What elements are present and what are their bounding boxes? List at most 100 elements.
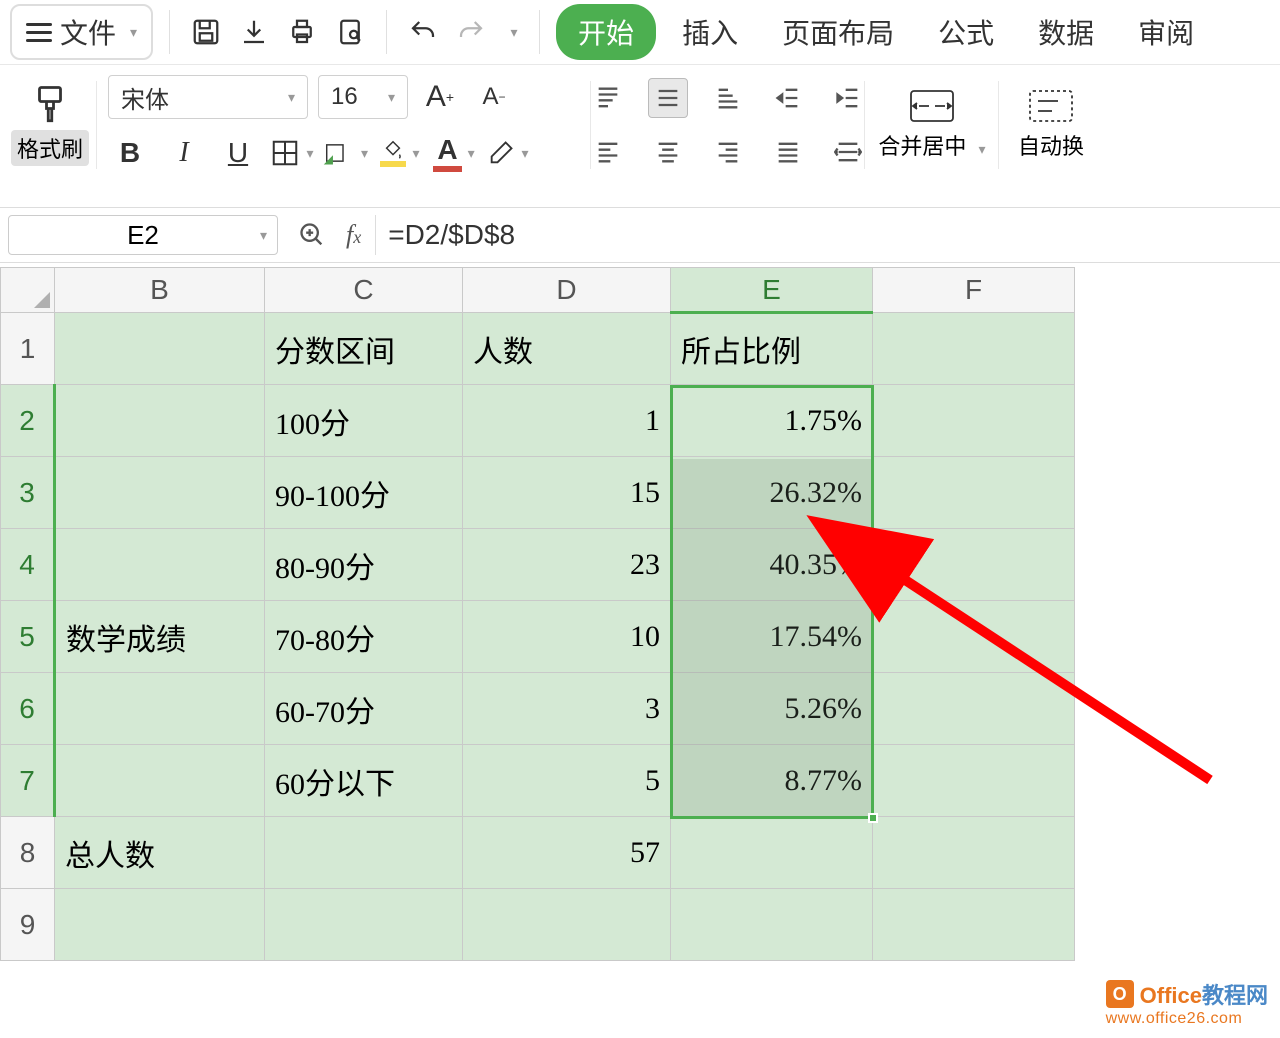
preview-icon[interactable] (330, 12, 370, 52)
row-header-8[interactable]: 8 (1, 817, 55, 889)
align-right-icon[interactable] (708, 132, 748, 172)
cell-f8[interactable] (873, 817, 1075, 889)
align-top-icon[interactable] (588, 78, 628, 118)
bold-button[interactable]: B (108, 131, 152, 175)
save-icon[interactable] (186, 12, 226, 52)
cell-c4[interactable]: 80-90分 (265, 529, 463, 601)
zoom-search-icon[interactable] (292, 215, 332, 255)
cell-c9[interactable] (265, 889, 463, 961)
italic-button[interactable]: I (162, 131, 206, 175)
cell-e6[interactable]: 5.26% (671, 673, 873, 745)
print-icon[interactable] (282, 12, 322, 52)
row-header-4[interactable]: 4 (1, 529, 55, 601)
cell-d8[interactable]: 57 (463, 817, 671, 889)
cell-b1[interactable] (55, 313, 265, 385)
cell-c3[interactable]: 90-100分 (265, 457, 463, 529)
align-left-icon[interactable] (588, 132, 628, 172)
cell-c5[interactable]: 70-80分 (265, 601, 463, 673)
cell-f9[interactable] (873, 889, 1075, 961)
column-header-f[interactable]: F (873, 268, 1075, 313)
font-color-button[interactable]: A▾ (432, 131, 476, 175)
cell-f2[interactable] (873, 385, 1075, 457)
cell-f3[interactable] (873, 457, 1075, 529)
cell-d9[interactable] (463, 889, 671, 961)
select-all-corner[interactable] (1, 268, 55, 313)
underline-button[interactable]: U (216, 131, 260, 175)
row-header-1[interactable]: 1 (1, 313, 55, 385)
cell-effects-button[interactable]: ◢▾ (324, 131, 368, 175)
cell-b5[interactable]: 数学成绩 (55, 601, 265, 673)
borders-button[interactable]: ▾ (270, 131, 314, 175)
row-header-6[interactable]: 6 (1, 673, 55, 745)
tab-page-layout[interactable]: 页面布局 (764, 4, 912, 60)
quick-access-dropdown[interactable]: ▾ (499, 12, 523, 52)
cell-e1[interactable]: 所占比例 (671, 313, 873, 385)
cell-b6[interactable] (55, 673, 265, 745)
eraser-button[interactable]: ▾ (486, 131, 530, 175)
fill-color-button[interactable]: ▾ (378, 131, 422, 175)
cell-d1[interactable]: 人数 (463, 313, 671, 385)
align-bottom-icon[interactable] (708, 78, 748, 118)
justify-icon[interactable] (768, 132, 808, 172)
tab-review[interactable]: 审阅 (1120, 4, 1212, 60)
cell-d7[interactable]: 5 (463, 745, 671, 817)
cell-c7[interactable]: 60分以下 (265, 745, 463, 817)
cell-f1[interactable] (873, 313, 1075, 385)
column-header-c[interactable]: C (265, 268, 463, 313)
align-middle-icon[interactable] (648, 78, 688, 118)
cell-d6[interactable]: 3 (463, 673, 671, 745)
distributed-icon[interactable] (828, 132, 868, 172)
file-menu-button[interactable]: 文件 ▾ (10, 4, 153, 60)
output-icon[interactable] (234, 12, 274, 52)
cell-b4[interactable] (55, 529, 265, 601)
fill-handle[interactable] (868, 813, 878, 823)
cell-e2[interactable]: 1.75% (671, 385, 873, 457)
decrease-font-icon[interactable]: A− (472, 75, 516, 119)
format-painter-icon[interactable] (29, 84, 71, 126)
cell-c2[interactable]: 100分 (265, 385, 463, 457)
undo-icon[interactable] (403, 12, 443, 52)
cell-c8[interactable] (265, 817, 463, 889)
cell-e8[interactable] (671, 817, 873, 889)
cell-d4[interactable]: 23 (463, 529, 671, 601)
column-header-e[interactable]: E (671, 268, 873, 313)
cell-f6[interactable] (873, 673, 1075, 745)
cell-f7[interactable] (873, 745, 1075, 817)
cell-b3[interactable] (55, 457, 265, 529)
row-header-7[interactable]: 7 (1, 745, 55, 817)
column-header-d[interactable]: D (463, 268, 671, 313)
cell-e7[interactable]: 8.77% (671, 745, 873, 817)
cell-d2[interactable]: 1 (463, 385, 671, 457)
row-header-9[interactable]: 9 (1, 889, 55, 961)
wrap-text-icon[interactable] (1028, 89, 1074, 123)
cell-b2[interactable] (55, 385, 265, 457)
tab-formulas[interactable]: 公式 (920, 4, 1012, 60)
cell-b8[interactable]: 总人数 (55, 817, 265, 889)
redo-icon[interactable] (451, 12, 491, 52)
decrease-indent-icon[interactable] (768, 78, 808, 118)
cell-d5[interactable]: 10 (463, 601, 671, 673)
cell-e4[interactable]: 40.35% (671, 529, 873, 601)
fx-icon[interactable]: fx (346, 220, 361, 250)
cell-f4[interactable] (873, 529, 1075, 601)
column-header-b[interactable]: B (55, 268, 265, 313)
tab-home[interactable]: 开始 (556, 4, 656, 60)
merge-cells-icon[interactable] (909, 89, 955, 123)
tab-insert[interactable]: 插入 (664, 4, 756, 60)
cell-d3[interactable]: 15 (463, 457, 671, 529)
cell-f5[interactable] (873, 601, 1075, 673)
cell-e9[interactable] (671, 889, 873, 961)
row-header-5[interactable]: 5 (1, 601, 55, 673)
cell-c1[interactable]: 分数区间 (265, 313, 463, 385)
merge-center-label[interactable]: 合并居中 ▾ (878, 129, 985, 161)
tab-data[interactable]: 数据 (1020, 4, 1112, 60)
name-box[interactable]: E2 ▾ (8, 215, 278, 255)
align-center-icon[interactable] (648, 132, 688, 172)
cell-e5[interactable]: 17.54% (671, 601, 873, 673)
formula-input[interactable]: =D2/$D$8 (375, 215, 1272, 255)
font-name-select[interactable]: 宋体▾ (108, 75, 308, 119)
increase-indent-icon[interactable] (828, 78, 868, 118)
cell-b9[interactable] (55, 889, 265, 961)
row-header-2[interactable]: 2 (1, 385, 55, 457)
cell-e3[interactable]: 26.32% (671, 457, 873, 529)
